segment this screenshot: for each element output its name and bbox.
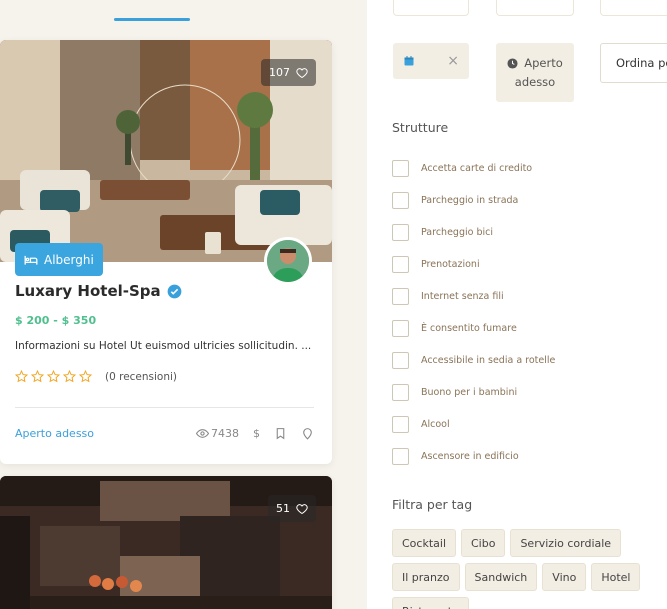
feature-label: Alcool bbox=[421, 418, 450, 430]
listing-description: Informazioni su Hotel Ut euismod ultrici… bbox=[15, 340, 312, 352]
price-level-icon: $ bbox=[253, 426, 260, 440]
feature-option[interactable]: Prenotazioni bbox=[392, 248, 652, 280]
price-range: $ 200 - $ 350 bbox=[15, 314, 97, 327]
map-pin-icon[interactable] bbox=[301, 427, 314, 440]
feature-checkbox[interactable] bbox=[392, 287, 409, 305]
feature-checkbox[interactable] bbox=[392, 223, 409, 241]
category-label: Alberghi bbox=[44, 252, 94, 267]
feature-label: Accetta carte di credito bbox=[421, 162, 533, 174]
tags-title: Filtra per tag bbox=[392, 497, 473, 512]
tag-chip[interactable]: Hotel bbox=[591, 563, 641, 591]
feature-checkbox[interactable] bbox=[392, 351, 409, 369]
feature-label: Prenotazioni bbox=[421, 258, 480, 270]
listing-footer: Aperto adesso 7438 $ bbox=[15, 423, 314, 443]
star-icon bbox=[79, 370, 92, 383]
feature-label: Buono per i bambini bbox=[421, 386, 518, 398]
bookmark-icon[interactable] bbox=[274, 427, 287, 440]
eye-icon bbox=[196, 428, 209, 438]
feature-checkbox[interactable] bbox=[392, 191, 409, 209]
feature-label: È consentito fumare bbox=[421, 322, 517, 334]
open-now-filter[interactable]: Aperto adesso bbox=[496, 43, 574, 102]
clock-icon bbox=[507, 58, 518, 69]
feature-checkbox[interactable] bbox=[392, 415, 409, 433]
tag-chip[interactable]: Il pranzo bbox=[392, 563, 460, 591]
feature-checkbox[interactable] bbox=[392, 255, 409, 273]
feature-option[interactable]: È consentito fumare bbox=[392, 312, 652, 344]
feature-checkbox[interactable] bbox=[392, 447, 409, 465]
features-title: Strutture bbox=[392, 120, 449, 135]
star-rating: (0 recensioni) bbox=[15, 370, 314, 383]
tag-chip[interactable]: Sandwich bbox=[464, 563, 538, 591]
top-filter-box[interactable] bbox=[393, 0, 469, 16]
top-filter-box[interactable] bbox=[496, 0, 574, 16]
listing-card[interactable]: 107 Alberghi Luxary Hotel-Spa $ 200 - $ … bbox=[0, 40, 332, 464]
like-count: 51 bbox=[276, 502, 290, 515]
tag-chip[interactable]: Cibo bbox=[461, 529, 506, 557]
active-tab-indicator bbox=[114, 18, 190, 21]
feature-label: Parcheggio in strada bbox=[421, 194, 519, 206]
like-count: 107 bbox=[269, 66, 290, 79]
feature-option[interactable]: Ascensore in edificio bbox=[392, 440, 652, 472]
date-clear-button[interactable]: × bbox=[447, 53, 459, 69]
calendar-icon bbox=[404, 56, 414, 66]
feature-checkbox[interactable] bbox=[392, 319, 409, 337]
feature-label: Accessibile in sedia a rotelle bbox=[421, 354, 556, 366]
listing-body: Luxary Hotel-Spa $ 200 - $ 350 Informazi… bbox=[15, 282, 314, 383]
listing-photo[interactable]: 51 bbox=[0, 476, 332, 609]
order-by-label: Ordina per bbox=[616, 56, 667, 70]
listing-photo[interactable]: 107 bbox=[0, 40, 332, 262]
open-now-label-2: adesso bbox=[514, 74, 556, 89]
feature-label: Parcheggio bici bbox=[421, 226, 493, 238]
open-status-link[interactable]: Aperto adesso bbox=[15, 427, 94, 440]
feature-option[interactable]: Buono per i bambini bbox=[392, 376, 652, 408]
listing-title[interactable]: Luxary Hotel-Spa bbox=[15, 282, 161, 300]
heart-icon bbox=[296, 67, 308, 78]
feature-option[interactable]: Internet senza fili bbox=[392, 280, 652, 312]
feature-checkbox[interactable] bbox=[392, 159, 409, 177]
feature-label: Ascensore in edificio bbox=[421, 450, 519, 462]
tag-chip[interactable]: Cocktail bbox=[392, 529, 456, 557]
star-icon bbox=[31, 370, 44, 383]
listings-column: 107 Alberghi Luxary Hotel-Spa $ 200 - $ … bbox=[0, 0, 352, 609]
category-badge[interactable]: Alberghi bbox=[15, 243, 103, 276]
bed-icon bbox=[24, 255, 38, 265]
feature-option[interactable]: Accetta carte di credito bbox=[392, 152, 652, 184]
card-divider bbox=[15, 407, 314, 408]
review-count: (0 recensioni) bbox=[105, 370, 178, 383]
feature-option[interactable]: Alcool bbox=[392, 408, 652, 440]
feature-option[interactable]: Accessibile in sedia a rotelle bbox=[392, 344, 652, 376]
tag-chip[interactable]: Ristorante bbox=[392, 597, 469, 609]
open-now-label-1: Aperto bbox=[524, 56, 563, 71]
star-icon bbox=[63, 370, 76, 383]
feature-label: Internet senza fili bbox=[421, 290, 504, 302]
date-filter[interactable]: × bbox=[393, 43, 469, 79]
star-icon bbox=[15, 370, 28, 383]
like-counter[interactable]: 107 bbox=[261, 59, 316, 86]
features-list: Accetta carte di credito Parcheggio in s… bbox=[392, 152, 652, 472]
owner-avatar[interactable] bbox=[264, 237, 312, 285]
heart-icon bbox=[296, 503, 308, 514]
filters-panel: × Aperto adesso Ordina per Strutture Acc… bbox=[367, 0, 667, 609]
feature-option[interactable]: Parcheggio in strada bbox=[392, 184, 652, 216]
view-count-value: 7438 bbox=[211, 426, 239, 440]
star-icon bbox=[47, 370, 60, 383]
avatar-image bbox=[267, 240, 309, 282]
order-by-select[interactable]: Ordina per bbox=[600, 43, 667, 83]
verified-icon bbox=[167, 284, 182, 298]
listing-card[interactable]: 51 bbox=[0, 476, 332, 609]
top-filter-box[interactable] bbox=[600, 0, 667, 16]
tag-chip[interactable]: Servizio cordiale bbox=[510, 529, 622, 557]
feature-option[interactable]: Parcheggio bici bbox=[392, 216, 652, 248]
like-counter[interactable]: 51 bbox=[268, 495, 316, 522]
view-count: 7438 bbox=[196, 427, 239, 440]
tag-chip[interactable]: Vino bbox=[542, 563, 587, 591]
tag-list: Cocktail Cibo Servizio cordiale Il pranz… bbox=[392, 529, 662, 609]
feature-checkbox[interactable] bbox=[392, 383, 409, 401]
